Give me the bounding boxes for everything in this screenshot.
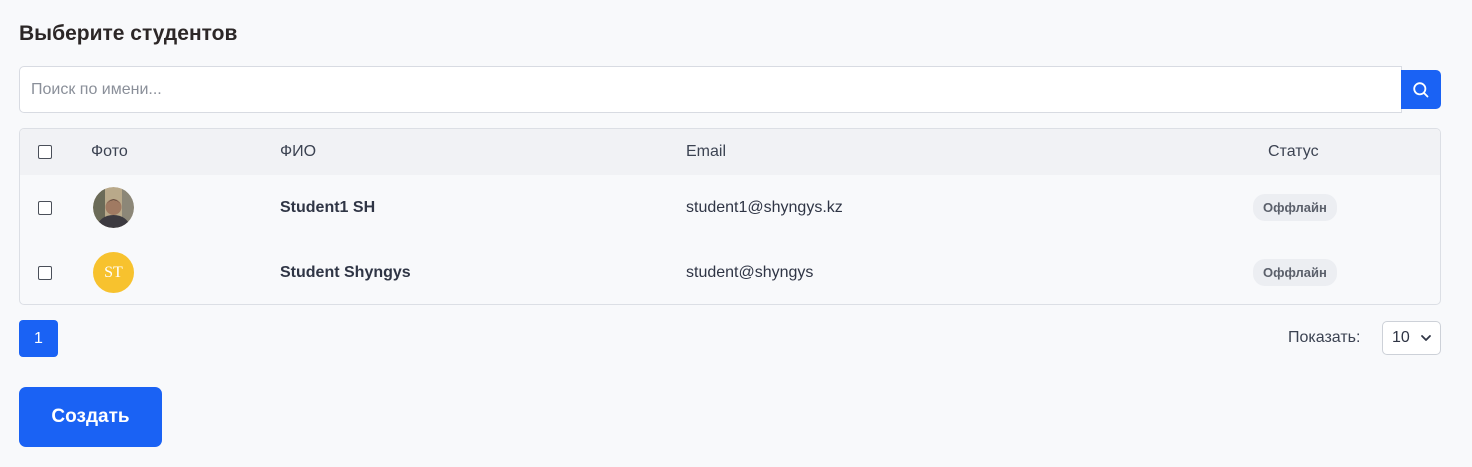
student-name: Student1 SH	[280, 198, 376, 216]
table-row[interactable]: Student1 SH student1@shyngys.kz Оффлайн	[20, 175, 1440, 240]
status-cell: Оффлайн	[1253, 240, 1337, 304]
page-size-value: 10	[1392, 329, 1410, 346]
header-email: Email	[686, 143, 727, 160]
row-checkbox-cell	[38, 240, 52, 304]
avatar	[93, 187, 134, 228]
table-row[interactable]: ST Student Shyngys student@shyngys Оффла…	[20, 240, 1440, 304]
page-title: Выберите студентов	[19, 22, 238, 45]
status-cell: Оффлайн	[1253, 175, 1337, 240]
select-all-cell	[38, 129, 52, 175]
photo-cell: ST	[93, 240, 134, 304]
student-email: student@shyngys	[686, 263, 814, 281]
page-size-select[interactable]: 10	[1382, 321, 1441, 355]
header-name: ФИО	[280, 143, 317, 160]
search-button[interactable]	[1401, 70, 1441, 109]
create-button[interactable]: Создать	[19, 387, 162, 447]
students-table: Фото ФИО Email Статус Student1 SH studen…	[19, 128, 1441, 305]
row-checkbox[interactable]	[38, 265, 52, 280]
table-header: Фото ФИО Email Статус	[20, 129, 1440, 175]
header-photo: Фото	[91, 143, 128, 160]
avatar-photo	[93, 187, 134, 228]
search-bar	[19, 66, 1441, 113]
avatar: ST	[93, 252, 134, 293]
student-picker: Выберите студентов Фото ФИО Email Статус	[0, 0, 1472, 467]
select-all-checkbox[interactable]	[38, 145, 52, 159]
page-button-current[interactable]: 1	[19, 320, 58, 357]
photo-cell	[93, 175, 134, 240]
row-checkbox[interactable]	[38, 200, 52, 215]
search-icon	[1413, 81, 1429, 97]
student-email: student1@shyngys.kz	[686, 198, 843, 216]
search-input[interactable]	[19, 66, 1402, 113]
status-badge: Оффлайн	[1253, 194, 1337, 221]
student-name: Student Shyngys	[280, 263, 411, 281]
row-checkbox-cell	[38, 175, 52, 240]
chevron-down-icon	[1421, 335, 1431, 341]
page-size-label: Показать:	[1288, 329, 1361, 346]
status-badge: Оффлайн	[1253, 259, 1337, 286]
header-status: Статус	[1268, 143, 1319, 160]
